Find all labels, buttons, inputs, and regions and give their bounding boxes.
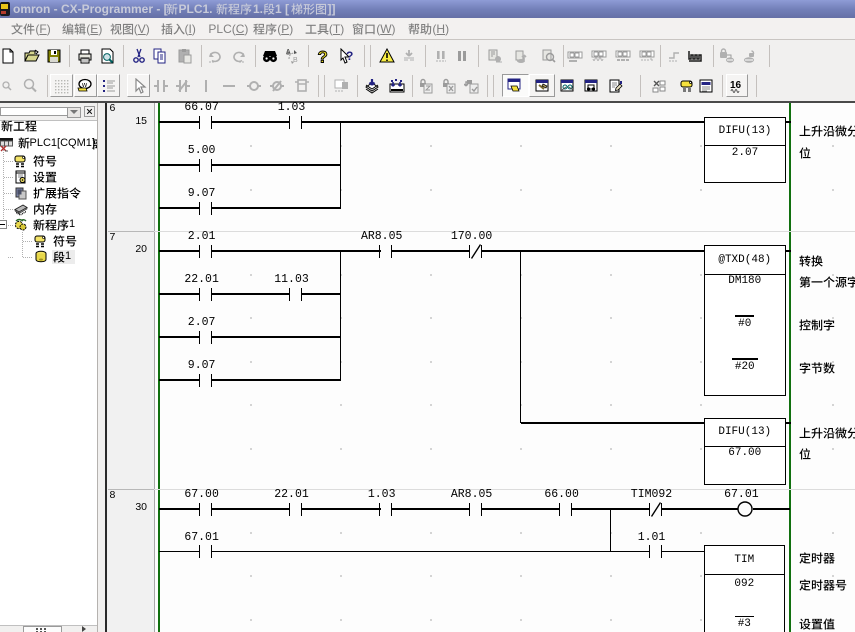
svg-text:B: B xyxy=(293,57,298,64)
svg-text:?: ? xyxy=(317,48,327,64)
svg-text:?: ? xyxy=(346,49,353,63)
